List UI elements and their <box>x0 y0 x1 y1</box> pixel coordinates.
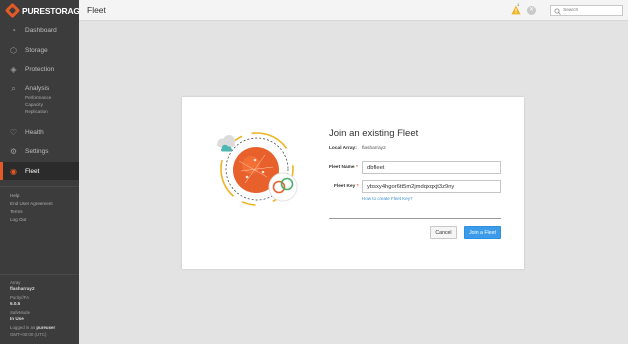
purity-label: Purity//FA <box>10 295 30 300</box>
top-bar: Fleet 1 ✕ <box>79 0 628 21</box>
sidebar-subitem-performance[interactable]: Performance <box>25 95 51 100</box>
sidebar-item-label: Health <box>25 128 44 136</box>
sidebar-subitem-capacity[interactable]: Capacity <box>25 102 43 107</box>
safemode-label: SafeMode <box>10 310 31 315</box>
alert-count: 1 <box>517 2 520 7</box>
search-input[interactable] <box>563 6 621 15</box>
sidebar-item-label: Storage <box>25 46 48 54</box>
cancel-button[interactable]: Cancel <box>430 226 457 239</box>
fleet-icon: ◉ <box>10 166 17 176</box>
sidebar-item-label: Dashboard <box>25 26 57 34</box>
purestorage-logo-icon <box>4 2 21 19</box>
close-circle-icon[interactable]: ✕ <box>527 6 536 15</box>
sidebar-item-health[interactable]: ♡ Health <box>0 125 79 139</box>
sidebar-item-protection[interactable]: ◈ Protection <box>0 62 79 76</box>
search-icon <box>554 8 561 15</box>
sidebar-item-label: Settings <box>25 147 49 155</box>
required-marker: * <box>355 165 358 170</box>
sidebar-item-dashboard[interactable]: ◔ Dashboard <box>0 23 79 37</box>
sidebar-item-label: Protection <box>25 65 55 73</box>
alert-icon[interactable] <box>511 5 521 15</box>
fleet-key-label-text: Fleet Key <box>334 184 356 189</box>
sidebar-item-label: Analysis <box>25 84 50 92</box>
help-link[interactable]: Help <box>10 193 19 198</box>
dialog-title: Join an existing Fleet <box>329 128 419 139</box>
shield-icon: ◈ <box>10 64 17 74</box>
purestorage-logo[interactable]: PURESTORAGE <box>4 2 86 19</box>
sidebar: PURESTORAGE ◔ Dashboard ⬡ Storage ◈ Prot… <box>0 0 85 344</box>
search-box[interactable] <box>550 5 623 16</box>
sidebar-divider <box>0 274 79 275</box>
fleet-name-label: Fleet Name * <box>329 165 358 170</box>
local-array-value: flasharray2 <box>362 146 386 151</box>
active-indicator <box>0 162 3 180</box>
array-label: Array <box>10 280 21 285</box>
end-user-agreement-link[interactable]: End User Agreement <box>10 201 53 206</box>
dashboard-icon: ◔ <box>11 25 16 35</box>
array-value: flasharray2 <box>10 286 35 291</box>
sidebar-divider <box>0 186 79 187</box>
sidebar-item-storage[interactable]: ⬡ Storage <box>0 43 79 57</box>
gear-icon: ⚙ <box>9 146 18 156</box>
fleet-key-field[interactable] <box>362 180 501 193</box>
logged-in-text: Logged in as pureuser <box>10 325 55 330</box>
sidebar-item-label: Fleet <box>25 167 40 175</box>
terms-link[interactable]: Terms <box>10 209 23 214</box>
sidebar-item-fleet[interactable]: ◉ Fleet <box>0 162 79 180</box>
sidebar-item-settings[interactable]: ⚙ Settings <box>0 144 79 158</box>
join-fleet-button[interactable]: Join a Fleet <box>464 226 501 239</box>
storage-icon: ⬡ <box>10 45 17 55</box>
fleet-name-label-text: Fleet Name <box>329 165 355 170</box>
join-fleet-dialog: Join an existing Fleet Local Array: flas… <box>182 97 524 269</box>
page-title: Fleet <box>87 5 106 15</box>
sidebar-subitem-replication[interactable]: Replication <box>25 109 48 114</box>
analysis-icon: ⌕ <box>11 83 16 93</box>
sidebar-item-analysis[interactable]: ⌕ Analysis <box>0 81 79 95</box>
purity-value: 6.0.5 <box>10 301 21 306</box>
logo-text: PURESTORAGE <box>22 5 86 16</box>
timezone-text: GMT+00:00 (UTC) <box>10 332 47 337</box>
fleet-key-label: Fleet Key * <box>334 184 359 189</box>
dialog-divider <box>329 218 501 219</box>
fleet-illustration <box>217 132 298 206</box>
safemode-value: In Use <box>10 316 24 321</box>
health-icon: ♡ <box>9 127 18 137</box>
fleet-name-field[interactable] <box>362 161 501 174</box>
required-marker: * <box>356 184 359 189</box>
current-user: pureuser <box>36 325 56 330</box>
local-array-label: Local Array: <box>329 146 357 151</box>
create-fleet-key-help-link[interactable]: How to create Fleet Key? <box>362 196 413 201</box>
logged-in-label: Logged in as <box>10 325 36 330</box>
log-out-link[interactable]: Log Out <box>10 217 26 222</box>
